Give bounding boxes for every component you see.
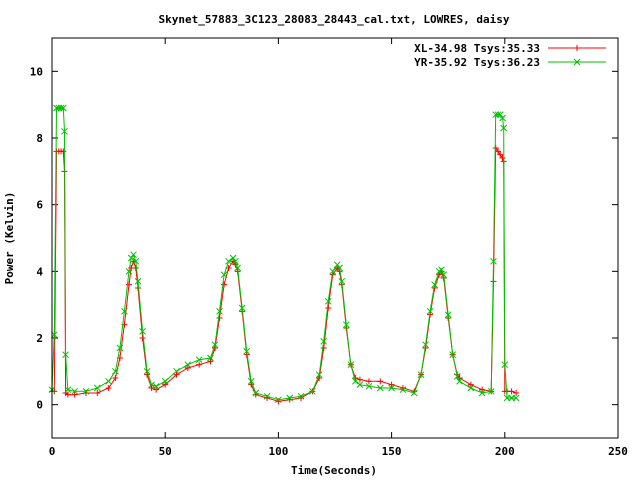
x-axis-label: Time(Seconds) (291, 464, 377, 477)
x-tick-label: 100 (268, 445, 288, 458)
x-tick-label: 250 (608, 445, 628, 458)
y-tick-label: 6 (36, 199, 43, 212)
y-tick-label: 10 (30, 65, 43, 78)
y-tick-label: 8 (36, 132, 43, 145)
chart: Skynet_57883_3C123_28083_28443_cal.txt, … (0, 0, 640, 480)
legend-label-yr: YR-35.92 Tsys:36.23 (414, 56, 540, 69)
y-axis-label: Power (Kelvin) (3, 192, 16, 285)
y-tick-label: 4 (36, 265, 43, 278)
chart-title: Skynet_57883_3C123_28083_28443_cal.txt, … (159, 13, 510, 26)
y-tick-label: 2 (36, 332, 43, 345)
legend-label-xl: XL-34.98 Tsys:35.33 (414, 42, 540, 55)
x-tick-label: 200 (495, 445, 515, 458)
y-tick-label: 0 (36, 399, 43, 412)
x-tick-label: 150 (382, 445, 402, 458)
x-tick-label: 50 (159, 445, 172, 458)
chart-background (0, 0, 640, 480)
x-tick-label: 0 (49, 445, 56, 458)
